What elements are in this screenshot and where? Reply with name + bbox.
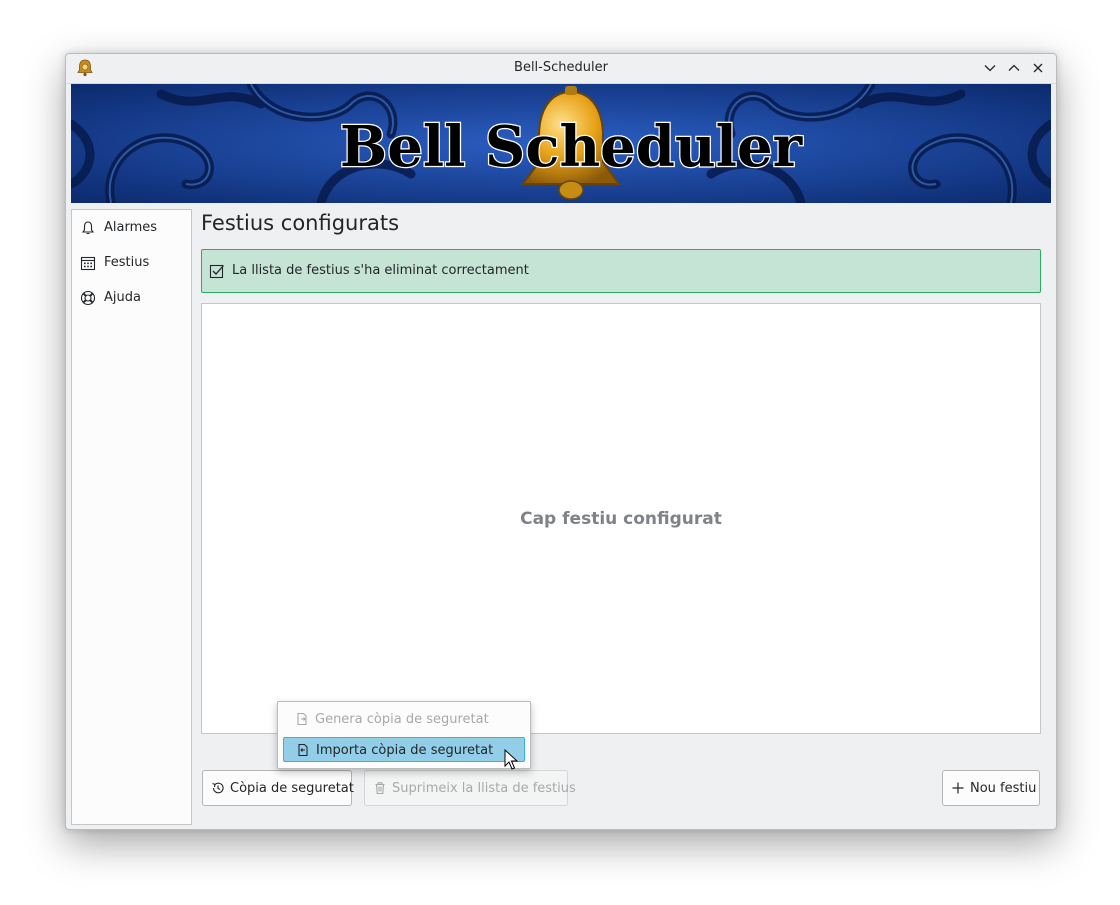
delete-button-label: Suprimeix la llista de festius (392, 781, 576, 796)
mouse-cursor-icon (504, 748, 520, 773)
maximize-button[interactable] (1007, 61, 1021, 75)
close-button[interactable] (1031, 61, 1045, 75)
sidebar-item-ajuda[interactable]: Ajuda (72, 283, 191, 313)
banner-logo-text: Bell Scheduler (340, 114, 804, 180)
plus-icon (951, 781, 965, 795)
sidebar-item-label: Alarmes (104, 220, 158, 235)
lifebuoy-icon (80, 290, 96, 306)
document-import-icon (296, 743, 310, 757)
backup-menu: Genera còpia de seguretat Importa còpia … (277, 701, 531, 769)
success-notice: La llista de festius s'ha eliminat corre… (201, 249, 1041, 293)
sidebar-item-festius[interactable]: Festius (72, 248, 191, 278)
new-holiday-button[interactable]: Nou festiu (942, 770, 1040, 806)
page-title: Festius configurats (201, 211, 400, 235)
delete-holidays-button[interactable]: Suprimeix la llista de festius (364, 770, 576, 806)
banner-artwork: Bell Scheduler (71, 84, 1051, 203)
sidebar-item-alarmes[interactable]: Alarmes (72, 213, 191, 243)
empty-list-message: Cap festiu configurat (520, 509, 722, 529)
document-export-icon (295, 712, 309, 726)
notice-text: La llista de festius s'ha eliminat corre… (232, 263, 529, 278)
app-window: Bell-Scheduler Bell Scheduler Alarmes Fe… (65, 53, 1057, 830)
sidebar-item-label: Ajuda (104, 290, 141, 305)
holidays-list: Cap festiu configurat (201, 303, 1041, 734)
window-title: Bell-Scheduler (514, 60, 608, 75)
bell-icon (80, 220, 96, 236)
checkbox-checked-icon (209, 263, 225, 279)
menu-item-label: Genera còpia de seguretat (315, 712, 489, 727)
calendar-icon (80, 255, 96, 271)
app-banner: Bell Scheduler (71, 84, 1051, 203)
menu-item-import-backup[interactable]: Importa còpia de seguretat (283, 737, 525, 762)
history-icon (211, 781, 225, 795)
backup-button-label: Còpia de seguretat (230, 781, 354, 796)
minimize-button[interactable] (983, 61, 997, 75)
title-bar: Bell-Scheduler (66, 54, 1056, 84)
backup-button[interactable]: Còpia de seguretat (202, 770, 354, 806)
sidebar: Alarmes Festius Ajuda (71, 209, 192, 825)
menu-item-label: Importa còpia de seguretat (316, 743, 494, 758)
trash-icon (373, 781, 387, 795)
new-button-label: Nou festiu (970, 781, 1037, 796)
sidebar-item-label: Festius (104, 255, 150, 270)
menu-item-generate-backup[interactable]: Genera còpia de seguretat (283, 707, 525, 732)
